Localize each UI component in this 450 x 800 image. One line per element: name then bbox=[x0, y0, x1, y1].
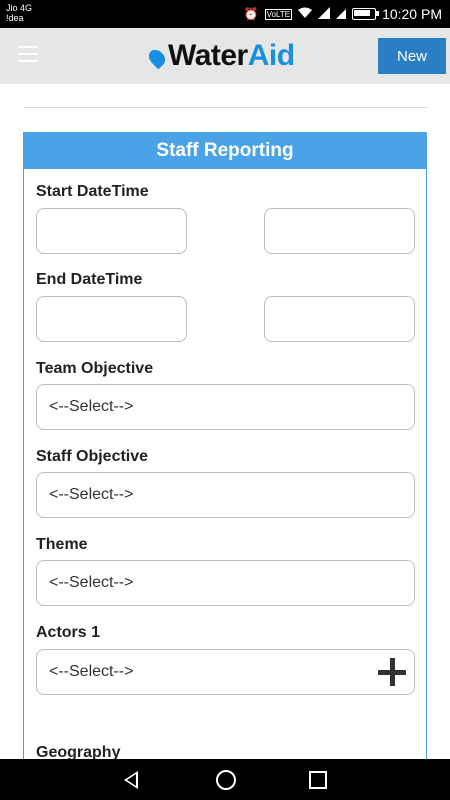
recent-apps-icon[interactable] bbox=[309, 771, 327, 789]
system-nav-bar bbox=[0, 759, 450, 800]
add-actor-icon[interactable] bbox=[376, 656, 408, 688]
signal-2g-icon bbox=[336, 7, 347, 22]
clock: 10:20 PM bbox=[382, 6, 442, 22]
end-datetime-label: End DateTime bbox=[36, 271, 143, 288]
volte-icon: VoLTE bbox=[264, 8, 293, 20]
wifi-icon bbox=[298, 7, 313, 22]
signal-icon bbox=[318, 6, 331, 22]
wateraid-logo: Water Aid bbox=[145, 39, 295, 73]
status-icons: ⏰ VoLTE 10:20 PM bbox=[244, 0, 442, 28]
carrier-line-2: !dea bbox=[6, 13, 24, 23]
water-drop-icon bbox=[145, 46, 169, 70]
start-time-input[interactable] bbox=[264, 208, 415, 254]
theme-label: Theme bbox=[36, 536, 88, 553]
logo-text-aid: Aid bbox=[247, 39, 295, 72]
carrier-info: Jio 4G !dea bbox=[6, 3, 32, 23]
home-icon[interactable] bbox=[216, 770, 236, 790]
actors-select-value: <--Select--> bbox=[49, 663, 134, 680]
alarm-icon: ⏰ bbox=[243, 7, 259, 21]
theme-select[interactable]: <--Select--> bbox=[36, 560, 415, 606]
carrier-line-1: Jio 4G bbox=[6, 3, 33, 13]
staff-objective-select[interactable]: <--Select--> bbox=[36, 472, 415, 518]
end-time-input[interactable] bbox=[264, 296, 415, 342]
start-datetime-label: Start DateTime bbox=[36, 183, 149, 200]
logo-text-water: Water bbox=[168, 39, 248, 72]
team-objective-select[interactable]: <--Select--> bbox=[36, 384, 415, 430]
status-bar: Jio 4G !dea ⏰ VoLTE 10:20 PM bbox=[0, 0, 450, 28]
battery-icon bbox=[352, 8, 380, 20]
new-button[interactable]: New bbox=[378, 38, 446, 74]
staff-reporting-panel: Staff Reporting Start DateTime End DateT… bbox=[23, 132, 427, 773]
actors-select[interactable]: <--Select--> bbox=[36, 649, 415, 695]
divider bbox=[23, 107, 427, 108]
actors-label: Actors 1 bbox=[36, 624, 101, 641]
panel-title: Staff Reporting bbox=[24, 133, 426, 169]
hamburger-icon[interactable] bbox=[18, 46, 38, 62]
staff-objective-label: Staff Objective bbox=[36, 448, 149, 465]
team-objective-label: Team Objective bbox=[36, 360, 154, 377]
end-date-input[interactable] bbox=[36, 296, 187, 342]
start-date-input[interactable] bbox=[36, 208, 187, 254]
back-icon[interactable] bbox=[124, 771, 138, 789]
